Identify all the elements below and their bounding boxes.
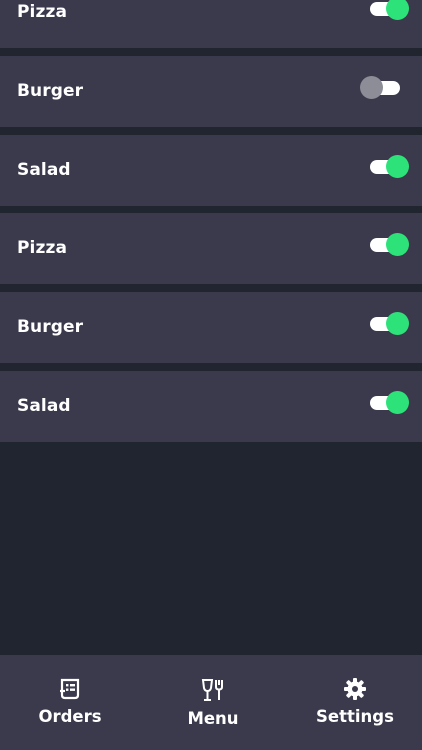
- toggle-knob: [386, 0, 409, 20]
- tab-label: Menu: [187, 709, 239, 728]
- tab-orders[interactable]: Orders: [0, 655, 140, 750]
- list-item: Salad: [0, 135, 422, 206]
- receipt-icon: [60, 678, 80, 700]
- menu-item-label: Salad: [17, 396, 71, 416]
- tab-menu[interactable]: Menu: [143, 655, 283, 750]
- menu-item-label: Burger: [17, 81, 84, 101]
- list-item: Burger: [0, 56, 422, 127]
- menu-item-label: Pizza: [17, 238, 68, 258]
- toggle-knob: [386, 233, 409, 256]
- availability-toggle[interactable]: [370, 155, 409, 178]
- list-item: Pizza: [0, 213, 422, 284]
- menu-item-label: Pizza: [17, 2, 68, 22]
- bottom-tab-bar: Orders Menu Settings: [0, 655, 422, 750]
- tab-label: Orders: [38, 707, 102, 726]
- gear-icon: [344, 678, 366, 700]
- list-item: Salad: [0, 371, 422, 442]
- availability-toggle[interactable]: [370, 312, 409, 335]
- toggle-knob: [386, 391, 409, 414]
- list-item: Pizza: [0, 0, 422, 48]
- tab-settings[interactable]: Settings: [285, 655, 422, 750]
- menu-item-label: Salad: [17, 160, 71, 180]
- availability-toggle[interactable]: [360, 76, 400, 99]
- availability-toggle[interactable]: [370, 391, 409, 414]
- availability-toggle[interactable]: [370, 233, 409, 256]
- list-item: Burger: [0, 292, 422, 363]
- toggle-knob: [386, 155, 409, 178]
- tab-label: Settings: [316, 707, 394, 726]
- toggle-knob: [360, 76, 383, 99]
- toggle-knob: [386, 312, 409, 335]
- availability-toggle[interactable]: [370, 0, 409, 20]
- menu-item-label: Burger: [17, 317, 84, 337]
- glass-fork-icon: [201, 679, 223, 701]
